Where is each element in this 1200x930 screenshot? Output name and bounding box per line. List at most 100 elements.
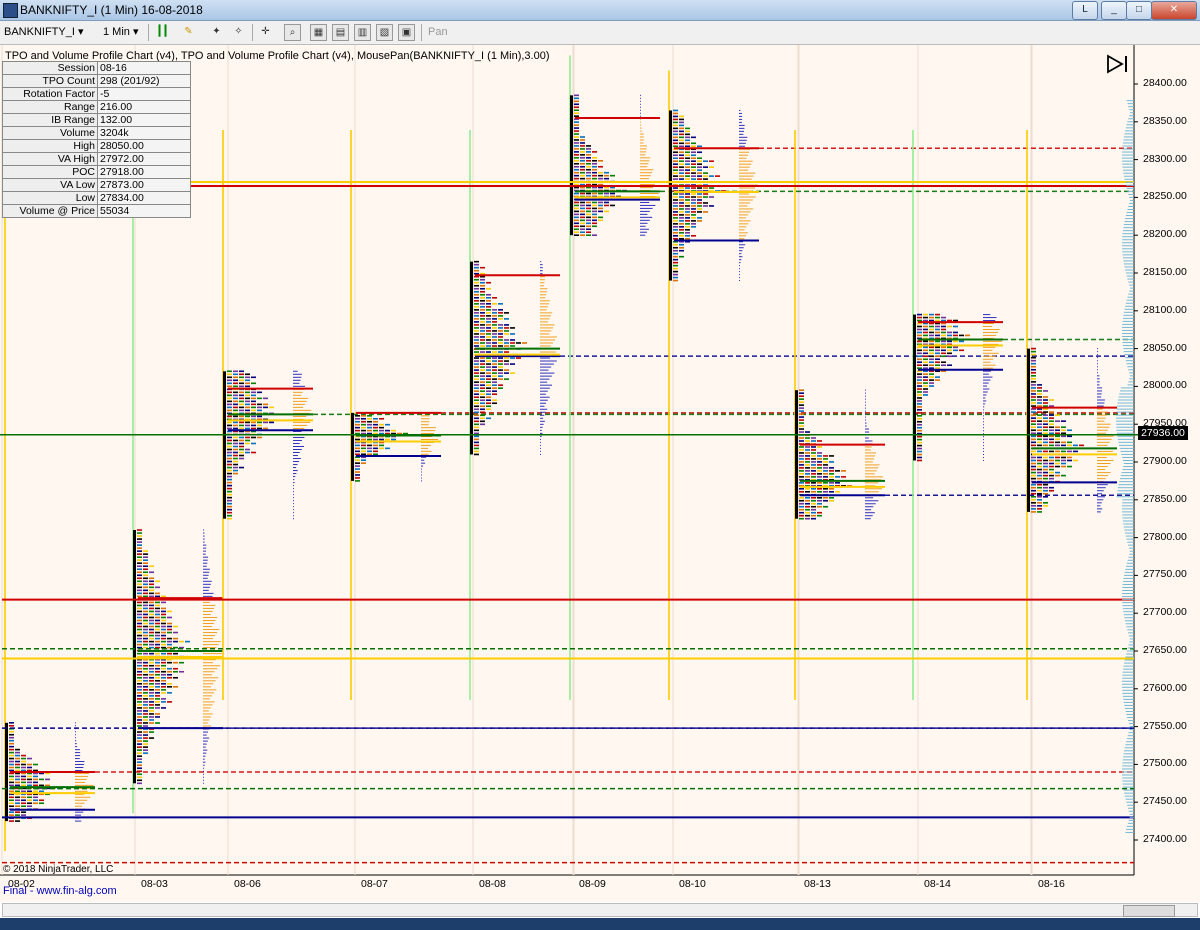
tpo-letter-block (486, 384, 491, 386)
tpo-letter-block (679, 175, 684, 177)
tpo-letter-block (257, 421, 262, 424)
tpo-letter-block (580, 174, 585, 177)
tpo-letter-block (604, 201, 609, 204)
tpo-letter-block (935, 352, 940, 355)
tpo-letter-block (480, 366, 485, 368)
tpo-letter-block (161, 622, 166, 625)
tpo-letter-block (492, 315, 497, 317)
tpo-letter-block (673, 252, 678, 255)
website-label[interactable]: Final - www.fin-alg.com (3, 885, 117, 897)
tpo-letter-block (167, 610, 172, 613)
tpo-letter-block (917, 397, 922, 399)
tpo-letter-block (1043, 417, 1048, 419)
tpo-letter-block (161, 698, 166, 700)
tpo-letter-block (586, 201, 591, 204)
tpo-letter-block (385, 438, 390, 441)
tpo-letter-block (361, 444, 366, 447)
tpo-letter-block (161, 631, 166, 634)
tpo-letter-block (480, 266, 485, 269)
tpo-letter-block (149, 628, 154, 631)
initial-balance-bar (223, 371, 226, 519)
tpo-letter-block (474, 411, 479, 414)
tpo-letter-block (504, 318, 509, 320)
tpo-letter-block (239, 457, 244, 460)
info-key: Range (2, 100, 98, 114)
skip-to-end-icon[interactable] (1104, 54, 1130, 74)
tpo-letter-block (691, 208, 696, 210)
tpo-letter-block (917, 435, 922, 438)
tpo-letter-block (21, 784, 26, 787)
tpo-letter-block (1037, 414, 1042, 416)
tpo-letter-block (137, 676, 142, 679)
info-key: VA High (2, 152, 98, 166)
tpo-letter-block (9, 736, 14, 739)
info-key: Rotation Factor (2, 87, 98, 101)
tpo-letter-block (923, 361, 928, 364)
tpo-letter-block (586, 213, 591, 216)
tpo-letter-block (510, 339, 515, 341)
tpo-letter-block (805, 431, 810, 433)
tpo-letter-block (155, 616, 160, 619)
scrollbar-thumb[interactable] (1123, 905, 1175, 917)
tpo-letter-block (799, 508, 804, 511)
tpo-letter-block (917, 418, 922, 420)
tpo-letter-block (227, 502, 232, 505)
tpo-letter-block (15, 820, 20, 822)
tpo-letter-block (799, 473, 804, 475)
tpo-letter-block (155, 619, 160, 622)
tpo-letter-block (947, 331, 952, 334)
tpo-letter-block (929, 331, 934, 334)
tpo-letter-block (498, 324, 503, 326)
tpo-letter-block (1055, 429, 1060, 432)
tpo-letter-block (233, 460, 238, 463)
tpo-letter-block (510, 372, 515, 374)
tpo-letter-block (1031, 435, 1036, 438)
tpo-letter-block (161, 670, 166, 673)
tpo-letter-block (155, 634, 160, 637)
tpo-letter-block (149, 643, 154, 646)
tpo-letter-block (27, 778, 32, 781)
tpo-letter-block (227, 391, 232, 394)
tpo-letter-block (486, 408, 491, 411)
tpo-letter-block (691, 193, 696, 195)
tpo-letter-block (805, 496, 810, 499)
tpo-letter-block (498, 330, 503, 332)
tpo-letter-block (1061, 444, 1066, 447)
tpo-letter-block (9, 811, 14, 813)
tpo-letter-block (474, 293, 479, 296)
tpo-letter-block (15, 778, 20, 781)
horizontal-scrollbar[interactable] (2, 903, 1198, 917)
tpo-letter-block (685, 142, 690, 145)
tpo-letter-block (474, 336, 479, 338)
tpo-letter-block (373, 450, 378, 453)
tpo-letter-block (917, 331, 922, 334)
tpo-letter-block (137, 601, 142, 604)
tpo-letter-block (817, 502, 822, 505)
tpo-letter-block (673, 223, 678, 225)
tpo-letter-block (811, 467, 816, 469)
tpo-letter-block (143, 628, 148, 631)
tpo-letter-block (929, 364, 934, 367)
tpo-letter-block (474, 378, 479, 380)
tpo-letter-block (685, 223, 690, 225)
tpo-letter-block (805, 491, 810, 493)
tpo-letter-block (1031, 471, 1036, 474)
tpo-letter-block (143, 577, 148, 580)
tpo-letter-block (673, 139, 678, 142)
info-row: Low 27834.00 (2, 191, 191, 205)
tpo-letter-block (929, 361, 934, 364)
tpo-letter-block (263, 406, 268, 409)
tpo-letter-block (592, 162, 597, 165)
tpo-letter-block (167, 652, 172, 655)
tpo-letter-block (1031, 414, 1036, 416)
tpo-letter-block (155, 683, 160, 685)
tpo-letter-block (361, 420, 366, 423)
tpo-letter-block (935, 316, 940, 319)
tpo-letter-block (1043, 456, 1048, 459)
tpo-letter-block (233, 391, 238, 394)
tpo-letter-block (21, 805, 26, 808)
tpo-letter-block (137, 571, 142, 574)
tpo-letter-block (1031, 365, 1036, 368)
tpo-letter-block (953, 340, 958, 343)
tpo-letter-block (685, 211, 690, 213)
